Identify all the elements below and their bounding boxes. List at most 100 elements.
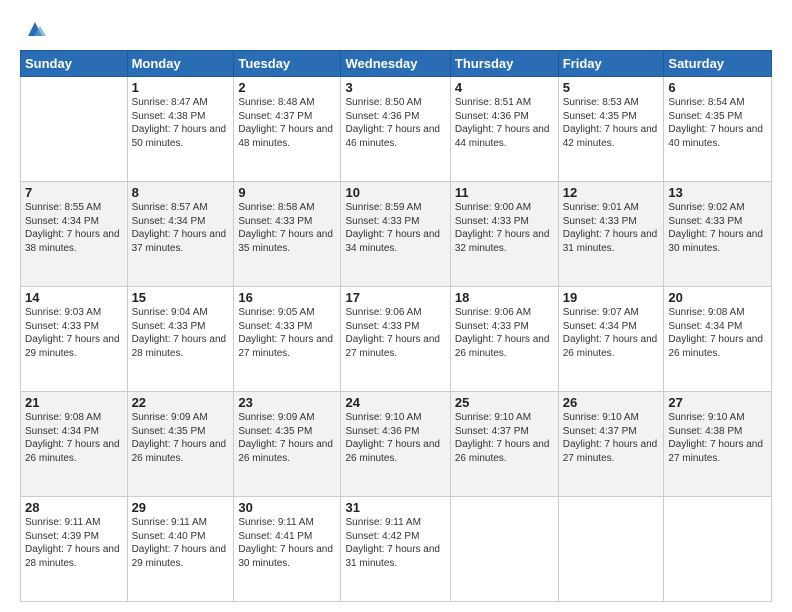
cell-detail: Sunrise: 9:11 AMSunset: 4:39 PMDaylight:… <box>25 516 123 570</box>
day-number: 20 <box>668 290 767 305</box>
calendar-cell: 27Sunrise: 9:10 AMSunset: 4:38 PMDayligh… <box>664 392 772 497</box>
cell-detail: Sunrise: 9:08 AMSunset: 4:34 PMDaylight:… <box>668 306 767 360</box>
calendar-cell <box>664 497 772 602</box>
calendar-cell: 8Sunrise: 8:57 AMSunset: 4:34 PMDaylight… <box>127 182 234 287</box>
cell-detail: Sunrise: 9:11 AMSunset: 4:41 PMDaylight:… <box>238 516 336 570</box>
cell-detail: Sunrise: 8:50 AMSunset: 4:36 PMDaylight:… <box>345 96 445 150</box>
cell-detail: Sunrise: 9:08 AMSunset: 4:34 PMDaylight:… <box>25 411 123 465</box>
calendar-week-3: 21Sunrise: 9:08 AMSunset: 4:34 PMDayligh… <box>21 392 772 497</box>
calendar-cell: 18Sunrise: 9:06 AMSunset: 4:33 PMDayligh… <box>450 287 558 392</box>
day-number: 17 <box>345 290 445 305</box>
calendar-week-1: 7Sunrise: 8:55 AMSunset: 4:34 PMDaylight… <box>21 182 772 287</box>
day-number: 13 <box>668 185 767 200</box>
day-number: 26 <box>563 395 660 410</box>
cell-detail: Sunrise: 9:02 AMSunset: 4:33 PMDaylight:… <box>668 201 767 255</box>
day-header-wednesday: Wednesday <box>341 51 450 77</box>
calendar-cell: 31Sunrise: 9:11 AMSunset: 4:42 PMDayligh… <box>341 497 450 602</box>
calendar-cell: 16Sunrise: 9:05 AMSunset: 4:33 PMDayligh… <box>234 287 341 392</box>
day-number: 1 <box>132 80 230 95</box>
day-number: 9 <box>238 185 336 200</box>
day-number: 6 <box>668 80 767 95</box>
day-number: 8 <box>132 185 230 200</box>
calendar-cell: 12Sunrise: 9:01 AMSunset: 4:33 PMDayligh… <box>558 182 664 287</box>
calendar-cell <box>21 77 128 182</box>
cell-detail: Sunrise: 8:55 AMSunset: 4:34 PMDaylight:… <box>25 201 123 255</box>
calendar-cell: 22Sunrise: 9:09 AMSunset: 4:35 PMDayligh… <box>127 392 234 497</box>
logo <box>20 18 46 40</box>
day-number: 18 <box>455 290 554 305</box>
page: SundayMondayTuesdayWednesdayThursdayFrid… <box>0 0 792 612</box>
day-number: 29 <box>132 500 230 515</box>
calendar-cell <box>450 497 558 602</box>
day-number: 31 <box>345 500 445 515</box>
day-number: 15 <box>132 290 230 305</box>
day-number: 25 <box>455 395 554 410</box>
day-header-friday: Friday <box>558 51 664 77</box>
cell-detail: Sunrise: 9:06 AMSunset: 4:33 PMDaylight:… <box>345 306 445 360</box>
cell-detail: Sunrise: 8:59 AMSunset: 4:33 PMDaylight:… <box>345 201 445 255</box>
day-number: 24 <box>345 395 445 410</box>
calendar-cell: 25Sunrise: 9:10 AMSunset: 4:37 PMDayligh… <box>450 392 558 497</box>
day-number: 22 <box>132 395 230 410</box>
calendar-cell: 15Sunrise: 9:04 AMSunset: 4:33 PMDayligh… <box>127 287 234 392</box>
cell-detail: Sunrise: 9:07 AMSunset: 4:34 PMDaylight:… <box>563 306 660 360</box>
cell-detail: Sunrise: 8:54 AMSunset: 4:35 PMDaylight:… <box>668 96 767 150</box>
day-number: 10 <box>345 185 445 200</box>
calendar-cell: 23Sunrise: 9:09 AMSunset: 4:35 PMDayligh… <box>234 392 341 497</box>
day-number: 19 <box>563 290 660 305</box>
cell-detail: Sunrise: 9:03 AMSunset: 4:33 PMDaylight:… <box>25 306 123 360</box>
calendar-week-0: 1Sunrise: 8:47 AMSunset: 4:38 PMDaylight… <box>21 77 772 182</box>
day-number: 4 <box>455 80 554 95</box>
cell-detail: Sunrise: 8:51 AMSunset: 4:36 PMDaylight:… <box>455 96 554 150</box>
cell-detail: Sunrise: 9:01 AMSunset: 4:33 PMDaylight:… <box>563 201 660 255</box>
day-number: 11 <box>455 185 554 200</box>
calendar-cell: 3Sunrise: 8:50 AMSunset: 4:36 PMDaylight… <box>341 77 450 182</box>
calendar-cell: 21Sunrise: 9:08 AMSunset: 4:34 PMDayligh… <box>21 392 128 497</box>
day-number: 28 <box>25 500 123 515</box>
calendar-table: SundayMondayTuesdayWednesdayThursdayFrid… <box>20 50 772 602</box>
logo-icon <box>24 18 46 40</box>
calendar-cell: 17Sunrise: 9:06 AMSunset: 4:33 PMDayligh… <box>341 287 450 392</box>
cell-detail: Sunrise: 9:10 AMSunset: 4:38 PMDaylight:… <box>668 411 767 465</box>
cell-detail: Sunrise: 8:47 AMSunset: 4:38 PMDaylight:… <box>132 96 230 150</box>
calendar-week-2: 14Sunrise: 9:03 AMSunset: 4:33 PMDayligh… <box>21 287 772 392</box>
calendar-cell: 9Sunrise: 8:58 AMSunset: 4:33 PMDaylight… <box>234 182 341 287</box>
calendar-cell: 28Sunrise: 9:11 AMSunset: 4:39 PMDayligh… <box>21 497 128 602</box>
calendar-week-4: 28Sunrise: 9:11 AMSunset: 4:39 PMDayligh… <box>21 497 772 602</box>
cell-detail: Sunrise: 9:06 AMSunset: 4:33 PMDaylight:… <box>455 306 554 360</box>
calendar-cell: 29Sunrise: 9:11 AMSunset: 4:40 PMDayligh… <box>127 497 234 602</box>
calendar-cell: 24Sunrise: 9:10 AMSunset: 4:36 PMDayligh… <box>341 392 450 497</box>
day-number: 2 <box>238 80 336 95</box>
calendar-cell: 5Sunrise: 8:53 AMSunset: 4:35 PMDaylight… <box>558 77 664 182</box>
cell-detail: Sunrise: 9:05 AMSunset: 4:33 PMDaylight:… <box>238 306 336 360</box>
day-number: 14 <box>25 290 123 305</box>
day-number: 21 <box>25 395 123 410</box>
day-header-monday: Monday <box>127 51 234 77</box>
calendar-cell: 20Sunrise: 9:08 AMSunset: 4:34 PMDayligh… <box>664 287 772 392</box>
day-number: 3 <box>345 80 445 95</box>
calendar-cell: 14Sunrise: 9:03 AMSunset: 4:33 PMDayligh… <box>21 287 128 392</box>
cell-detail: Sunrise: 9:09 AMSunset: 4:35 PMDaylight:… <box>238 411 336 465</box>
day-number: 12 <box>563 185 660 200</box>
calendar-cell: 30Sunrise: 9:11 AMSunset: 4:41 PMDayligh… <box>234 497 341 602</box>
cell-detail: Sunrise: 8:53 AMSunset: 4:35 PMDaylight:… <box>563 96 660 150</box>
calendar-cell <box>558 497 664 602</box>
calendar-cell: 19Sunrise: 9:07 AMSunset: 4:34 PMDayligh… <box>558 287 664 392</box>
cell-detail: Sunrise: 8:58 AMSunset: 4:33 PMDaylight:… <box>238 201 336 255</box>
cell-detail: Sunrise: 9:00 AMSunset: 4:33 PMDaylight:… <box>455 201 554 255</box>
calendar-cell: 4Sunrise: 8:51 AMSunset: 4:36 PMDaylight… <box>450 77 558 182</box>
cell-detail: Sunrise: 9:11 AMSunset: 4:40 PMDaylight:… <box>132 516 230 570</box>
cell-detail: Sunrise: 9:10 AMSunset: 4:37 PMDaylight:… <box>563 411 660 465</box>
day-header-tuesday: Tuesday <box>234 51 341 77</box>
day-header-thursday: Thursday <box>450 51 558 77</box>
day-number: 16 <box>238 290 336 305</box>
day-number: 30 <box>238 500 336 515</box>
day-number: 5 <box>563 80 660 95</box>
day-number: 23 <box>238 395 336 410</box>
calendar-cell: 7Sunrise: 8:55 AMSunset: 4:34 PMDaylight… <box>21 182 128 287</box>
day-number: 7 <box>25 185 123 200</box>
cell-detail: Sunrise: 9:04 AMSunset: 4:33 PMDaylight:… <box>132 306 230 360</box>
cell-detail: Sunrise: 9:10 AMSunset: 4:36 PMDaylight:… <box>345 411 445 465</box>
calendar-cell: 10Sunrise: 8:59 AMSunset: 4:33 PMDayligh… <box>341 182 450 287</box>
calendar-cell: 1Sunrise: 8:47 AMSunset: 4:38 PMDaylight… <box>127 77 234 182</box>
